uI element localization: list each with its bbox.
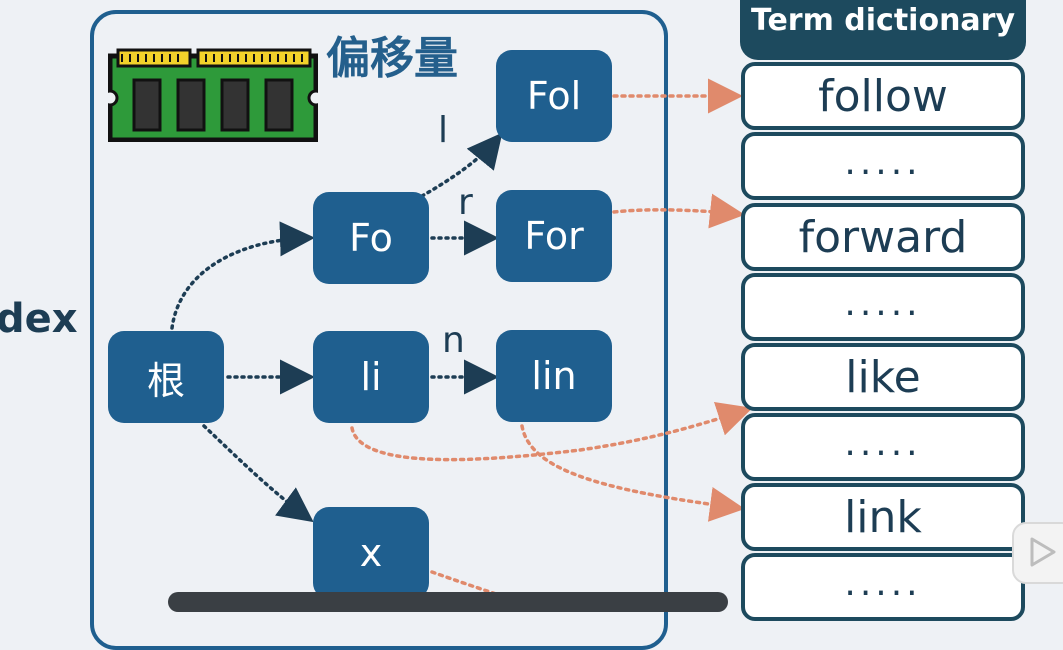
dict-entry-like: like	[741, 343, 1025, 411]
offset-for-forward	[612, 193, 745, 229]
dict-entry-ellipsis-1: .....	[741, 132, 1025, 200]
node-lin: lin	[496, 330, 612, 422]
node-root: 根	[108, 331, 224, 423]
dict-entry-ellipsis-4: .....	[741, 553, 1025, 621]
edge-label-l: l	[438, 110, 449, 151]
dict-entry-ellipsis-2: .....	[741, 273, 1025, 341]
node-x: x	[313, 507, 429, 599]
play-icon	[1030, 537, 1056, 567]
play-button[interactable]	[1012, 522, 1063, 584]
node-fol: Fol	[496, 50, 612, 142]
edge-label-r: r	[458, 182, 473, 223]
edge-label-n: n	[442, 320, 465, 361]
node-li: li	[313, 331, 429, 423]
node-fo: Fo	[313, 192, 429, 284]
term-dictionary-header: Term dictionary	[740, 0, 1026, 60]
dict-entry-follow: follow	[741, 62, 1025, 130]
node-for: For	[496, 190, 612, 282]
dict-entry-ellipsis-3: .....	[741, 413, 1025, 481]
dict-entry-forward: forward	[741, 203, 1025, 271]
edge-root-fo	[170, 221, 315, 330]
bottom-overlay-bar	[168, 592, 728, 612]
offset-lin-link	[520, 424, 745, 522]
dict-entry-link: link	[741, 483, 1025, 551]
edge-root-x	[202, 424, 314, 523]
